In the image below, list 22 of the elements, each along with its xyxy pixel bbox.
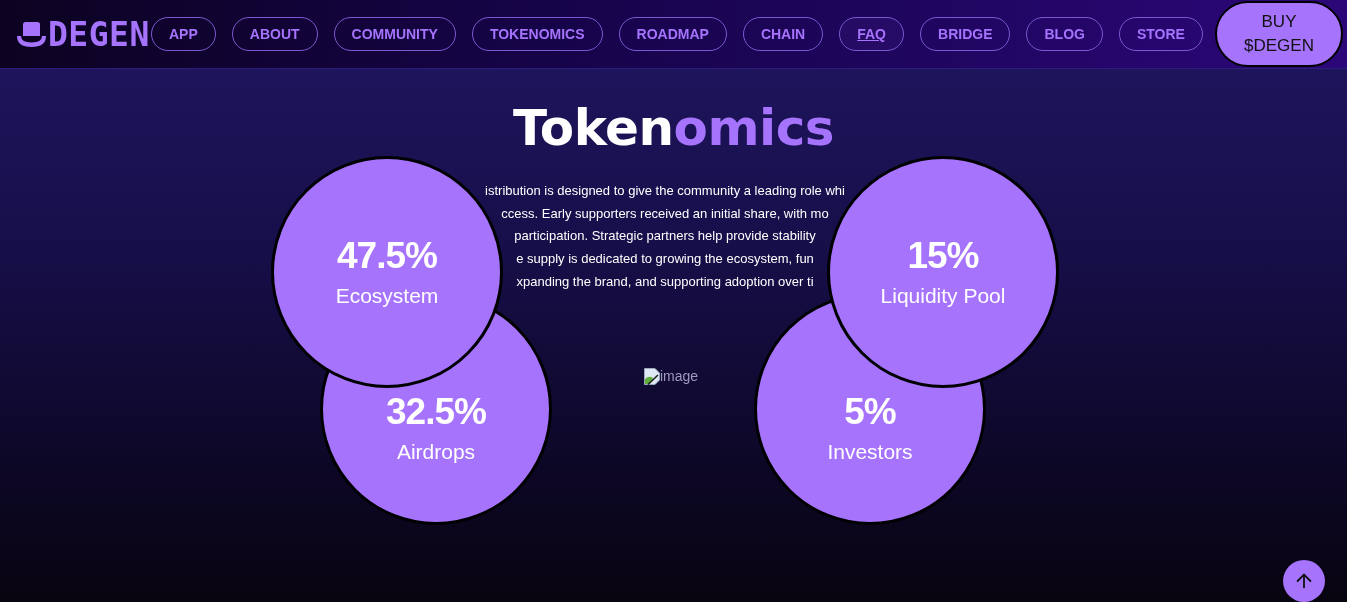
logo-link[interactable]: DEGEN: [17, 17, 151, 51]
allocation-percent: 47.5%: [337, 236, 437, 274]
nav-link[interactable]: CHAIN: [742, 17, 824, 51]
description-line: ccess. Early supporters received an initial share, with mo: [501, 204, 829, 223]
section-title: Tokenomics: [511, 101, 836, 156]
broken-image-icon: [643, 367, 660, 385]
allocation-percent: 5%: [844, 392, 896, 430]
allocation-label: Airdrops: [396, 439, 476, 464]
image-alt-text: image: [659, 367, 699, 385]
allocation-label: Investors: [827, 439, 913, 464]
scroll-to-top-button[interactable]: [1283, 560, 1325, 602]
description-line: participation. Strategic partners help provide stability: [514, 227, 816, 246]
buy-button[interactable]: BUY $DEGEN: [1215, 1, 1343, 67]
allocation-percent: 32.5%: [386, 392, 486, 430]
nav-link[interactable]: FAQ: [839, 17, 904, 51]
description-line: istribution is designed to give the community a leading role whi: [485, 182, 845, 200]
top-hat-icon: [17, 21, 46, 47]
description-line: xpanding the brand, and supporting adoption over ti: [516, 272, 814, 291]
allocation-label: Liquidity Pool: [880, 283, 1006, 308]
allocation-label: Ecosystem: [335, 283, 439, 308]
description-line: e supply is dedicated to growing the ecosystem, fun: [516, 250, 814, 269]
allocation-percent: 15%: [907, 236, 979, 274]
